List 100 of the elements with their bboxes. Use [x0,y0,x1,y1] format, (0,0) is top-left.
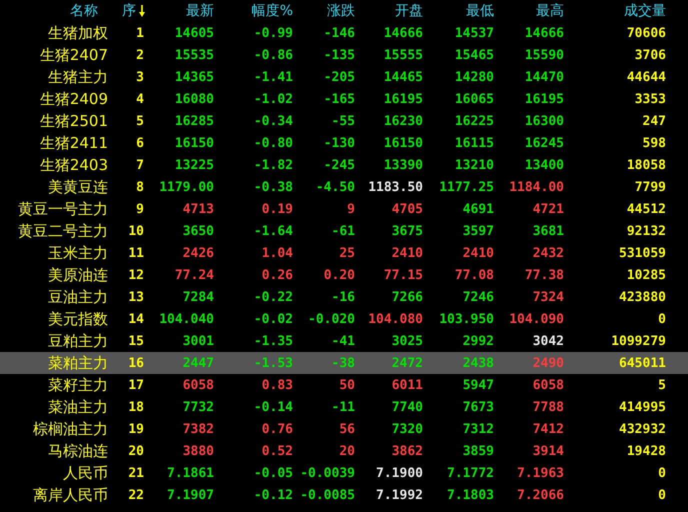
quote-row[interactable]: 美黄豆连 8 1179.00 -0.38 -4.50 1183.50 1177.25 1184.00 7799 [0,176,688,198]
column-header[interactable]: 最低 [466,2,494,20]
quote-row[interactable]: 离岸人民币 22 7.1907 -0.12 -0.0085 7.1992 7.1803 7.2066 0 [0,484,688,506]
table-cell: 432932 [619,422,666,436]
quote-row[interactable]: 美元指数 14 104.040 -0.02 -0.020 104.080 103.950 104.090 0 [0,308,688,330]
quote-row[interactable]: 菜油主力 18 7732 -0.14 -11 7740 7673 7788 414995 [0,396,688,418]
quote-row[interactable]: 生猪加权 1 14605 -0.99 -146 14666 14537 14666 70606 [0,22,688,44]
quote-row[interactable]: 人民币 21 7.1861 -0.05 -0.0039 7.1900 7.1772 7.1963 0 [0,462,688,484]
table-cell: 3025 [392,334,423,348]
column-header[interactable]: 名称 [70,2,108,20]
table-cell: 7.1861 [167,466,214,480]
table-cell: 14666 [384,26,423,40]
table-cell: 7382 [182,422,214,436]
table-cell: 7320 [392,422,423,436]
quote-row[interactable]: 黄豆二号主力 10 3650 -1.64 -61 3675 3597 3681 92132 [0,220,688,242]
table-cell-text: 11 [128,246,145,260]
table-cell: 77.08 [454,268,494,282]
table-cell: 9 [347,202,355,216]
quote-row[interactable]: 生猪2407 2 15535 -0.86 -135 15555 15465 15590 3706 [0,44,688,66]
table-cell-text: 9 [136,202,145,216]
column-header[interactable]: 幅度% [252,2,293,20]
table-cell: 6011 [392,378,423,392]
table-cell-text: 18 [128,400,145,414]
table-cell: 0.19 [262,202,293,216]
table-cell: 7312 [462,422,494,436]
quote-row[interactable]: 生猪主力 3 14365 -1.41 -205 14465 14280 14470 44644 [0,66,688,88]
quote-row[interactable]: 黄豆一号主力 9 4713 0.19 9 4705 4691 4721 44512 [0,198,688,220]
table-cell: 生猪2409 [40,90,108,108]
table-cell: -0.14 [254,400,293,414]
table-cell: 生猪2407 [40,46,108,64]
table-cell: -0.22 [254,290,293,304]
table-cell: 3597 [462,224,494,238]
quote-row[interactable]: 生猪2411 6 16150 -0.80 -130 16150 16115 16245 598 [0,132,688,154]
table-cell: 2432 [532,246,564,260]
table-cell-text: 16 [128,356,145,370]
table-cell: -135 [324,48,355,62]
table-cell: 7.1992 [376,488,423,502]
quote-row[interactable]: 豆粕主力 15 3001 -1.35 -41 3025 2992 3042 1099279 [0,330,688,352]
table-cell: 16300 [524,114,564,128]
table-cell: 16115 [454,136,494,150]
quote-row[interactable]: 菜粕主力 16 2447 -1.53 -38 2472 2438 2490 645011 [0,352,688,374]
table-cell: 4721 [532,202,564,216]
table-cell: 15590 [524,48,564,62]
table-cell: 44512 [626,202,666,216]
table-cell: 14365 [174,70,214,84]
quote-row[interactable]: 生猪2403 7 13225 -1.82 -245 13390 13210 13400 18058 [0,154,688,176]
table-cell: 3650 [182,224,214,238]
table-cell: 77.24 [174,268,214,282]
column-header[interactable]: 最高 [536,2,564,20]
table-cell: 7.1900 [376,466,423,480]
table-cell: 7266 [392,290,423,304]
table-cell: 104.090 [509,312,564,326]
column-header[interactable]: 涨跌 [327,2,355,20]
table-cell: 美原油连 [48,266,108,284]
table-cell: -0.02 [254,312,293,326]
quote-row[interactable]: 马棕油连 20 3880 0.52 20 3862 3859 3914 19428 [0,440,688,462]
table-cell: 1179.00 [159,180,214,194]
table-cell: 7412 [532,422,564,436]
table-cell: 6058 [532,378,564,392]
table-cell: 14537 [454,26,494,40]
column-header[interactable]: 成交量 [624,2,666,20]
table-cell: 6058 [182,378,214,392]
table-cell: 7.1907 [167,488,214,502]
table-cell: -1.82 [254,158,293,172]
column-header[interactable]: 序 [122,2,146,20]
table-cell: 2490 [532,356,564,370]
quote-row[interactable]: 生猪2501 5 16285 -0.34 -55 16230 16225 16300 247 [0,110,688,132]
quote-row[interactable]: 豆油主力 13 7284 -0.22 -16 7266 7246 7324 423880 [0,286,688,308]
table-cell: 人民币 [63,464,108,482]
table-cell-text: 1 [136,26,145,40]
table-cell: 0.83 [262,378,293,392]
quote-row[interactable]: 玉米主力 11 2426 1.04 25 2410 2410 2432 531059 [0,242,688,264]
table-cell: 14666 [524,26,564,40]
table-cell-text: 21 [128,466,145,480]
table-cell: -0.99 [254,26,293,40]
table-cell: 7284 [182,290,214,304]
table-cell: -0.34 [254,114,293,128]
table-cell: 1184.00 [509,180,564,194]
quote-row[interactable]: 生猪2409 4 16080 -1.02 -165 16195 16065 16195 3353 [0,88,688,110]
table-cell: 14465 [384,70,423,84]
quote-row[interactable]: 美原油连 12 77.24 0.26 0.20 77.15 77.08 77.38 10285 [0,264,688,286]
quote-row[interactable]: 棕榈油主力 19 7382 0.76 56 7320 7312 7412 432932 [0,418,688,440]
column-header[interactable]: 开盘 [395,2,423,20]
table-cell: -1.02 [254,92,293,106]
table-cell: -1.53 [254,356,293,370]
table-cell-text: 14 [128,312,145,326]
table-cell: 7246 [462,290,494,304]
table-cell: 生猪2411 [40,134,108,152]
table-cell: -4.50 [316,180,355,194]
table-cell: 92132 [626,224,666,238]
table-cell: 3042 [532,334,564,348]
table-cell: 0 [658,312,666,326]
table-cell: 4691 [462,202,494,216]
table-cell: 0 [658,466,666,480]
table-cell: -38 [332,356,355,370]
quote-row[interactable]: 菜籽主力 17 6058 0.83 50 6011 5947 6058 5 [0,374,688,396]
column-header[interactable]: 最新 [186,2,214,20]
table-cell: 生猪2403 [40,156,108,174]
table-cell: 2426 [182,246,214,260]
table-cell: 0.26 [262,268,293,282]
